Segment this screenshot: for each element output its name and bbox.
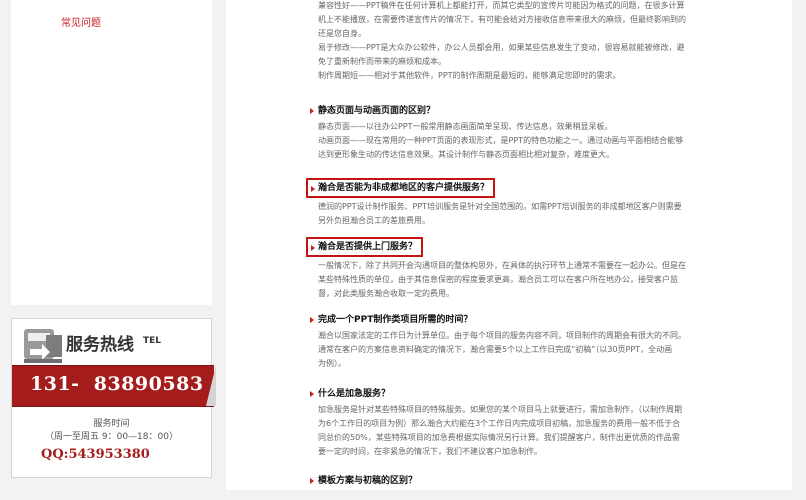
intro-line: 还是您自身。: [318, 29, 366, 38]
tel-label: TEL: [143, 336, 162, 346]
faq-answer-line: 某些特殊性质的单位，由于其信息保密的程度要求更高，瀚合员工可以在客户所在地办公，…: [318, 275, 678, 284]
ribbon-fold: [206, 365, 216, 406]
faq-question[interactable]: 静态页面与动画页面的区别？: [310, 104, 776, 118]
faq-answer-line: 达到更形象生动的传达信息效果。其设计制作与静态页面相比相对复杂，难度更大。: [318, 150, 614, 159]
intro-line: 易于修改——PPT是大众办公软件，办公人员都会用，如果某些信息发生了变动，很容易…: [318, 43, 685, 52]
faq-answer-line: 静态页面——以往办公PPT一般常用静态画面简单呈现、传达信息，效果稍显呆板。: [318, 122, 613, 131]
hotline-title: 服务热线: [66, 335, 134, 355]
intro-line: 免了重新制作而带来的麻烦和成本。: [318, 57, 446, 66]
faq-answer-line: 同总价的50%，某些特殊项目的加急费根据实际情况另行计算。我们提醒客户，制作出更…: [318, 433, 680, 442]
intro-line: 兼容性好——PPT稿件在任何计算机上都能打开，而其它类型的宣传片可能因为格式的问…: [318, 1, 685, 10]
faq-answer-line: 另外负担瀚合员工的差旅费用。: [318, 216, 430, 225]
service-time-label: 服务时间: [93, 419, 130, 429]
faq-answer-line: 督，对此类服务瀚合收取一定的费用。: [318, 289, 454, 298]
faq-item: 完成一个PPT制作类项目所需的时间？ 瀚合以国家法定的工作日为计算单位。由于每个…: [310, 313, 776, 371]
phone-number-bar: 131- 83890583: [12, 365, 216, 407]
intro-line: 制作周期短——相对于其他软件，PPT的制作周期是最短的，能够满足您即时的需求。: [318, 71, 621, 80]
faq-item: 什么是加急服务？ 加急服务是针对某些特殊项目的特殊服务。如果您的某个项目马上就要…: [310, 387, 776, 459]
faq-answer-line: 动画页面——现在常用的一种PPT页面的表现形式，是PPT的特色功能之一。通过动画…: [318, 136, 684, 145]
faq-question[interactable]: 模板方案与初稿的区别？: [310, 474, 776, 488]
faq-answer-line: 瀚合以国家法定的工作日为计算单位。由于每个项目的服务内容不同，项目制作的周期会有…: [318, 331, 686, 340]
sidebar-item-faq[interactable]: 常见问题: [61, 14, 101, 29]
faq-answer-line: 加急服务是针对某些特殊项目的特殊服务。如果您的某个项目马上就要进行，需加急制作，…: [318, 405, 682, 414]
faq-answer-line: 为6个工作日的项目为例）那么瀚合大约能在3个工作日内完成项目初稿，加急服务的费用…: [318, 419, 681, 428]
phone-number: 131- 83890583: [30, 373, 204, 395]
faq-item: 模板方案与初稿的区别？: [310, 474, 776, 488]
faq-content: 兼容性好——PPT稿件在任何计算机上都能打开，而其它类型的宣传片可能因为格式的问…: [226, 0, 792, 500]
faq-question-highlighted[interactable]: 瀚合是否提供上门服务？: [306, 237, 424, 257]
service-hours: （周一至周五 9：00—18：00）: [45, 432, 178, 442]
sidebar-menu: 常见问题: [11, 0, 212, 305]
qq-number: QQ:543953380: [41, 447, 150, 462]
faq-item: 瀚合是否能为非成都地区的客户提供服务？ 德润的PPT设计制作服务、PPT培训服务…: [306, 175, 776, 228]
intro-line: 机上不能播放，在需要传递宣传片的情况下，有可能会给对方接收信息带来很大的麻烦，但…: [318, 15, 686, 24]
faq-item: 静态页面与动画页面的区别？ 静态页面——以往办公PPT一般常用静态画面简单呈现、…: [310, 104, 776, 162]
faq-question-highlighted[interactable]: 瀚合是否能为非成都地区的客户提供服务？: [306, 178, 496, 198]
page-bottom-strip: [0, 490, 806, 500]
faq-answer-line: 为例）。: [318, 359, 346, 368]
faq-answer-line: 德润的PPT设计制作服务、PPT培训服务是针对全国范围的。如需PPT培训服务的非…: [318, 202, 682, 211]
phone-icon: [24, 329, 62, 363]
faq-answer-line: 一般情况下，除了共同开会沟通项目的整体构思外，在具体的执行环节上通常不需要在一起…: [318, 261, 686, 270]
faq-item: 瀚合是否提供上门服务？ 一般情况下，除了共同开会沟通项目的整体构思外，在具体的执…: [306, 234, 776, 301]
faq-question[interactable]: 完成一个PPT制作类项目所需的时间？: [310, 313, 776, 327]
faq-answer-line: 通常在客户的方案信息资料确定的情况下，瀚合需要5个以上工作日完成“初稿”（以30…: [318, 345, 673, 354]
intro-block: 兼容性好——PPT稿件在任何计算机上都能打开，而其它类型的宣传片可能因为格式的问…: [310, 0, 776, 83]
hotline-panel: 服务热线 TEL 131- 83890583 服务时间 （周一至周五 9：00—…: [11, 318, 216, 478]
faq-question[interactable]: 什么是加急服务？: [310, 387, 776, 401]
faq-answer-line: 要一定的时间，在非紧急的情况下，我们不建议客户加急制作。: [318, 447, 542, 456]
